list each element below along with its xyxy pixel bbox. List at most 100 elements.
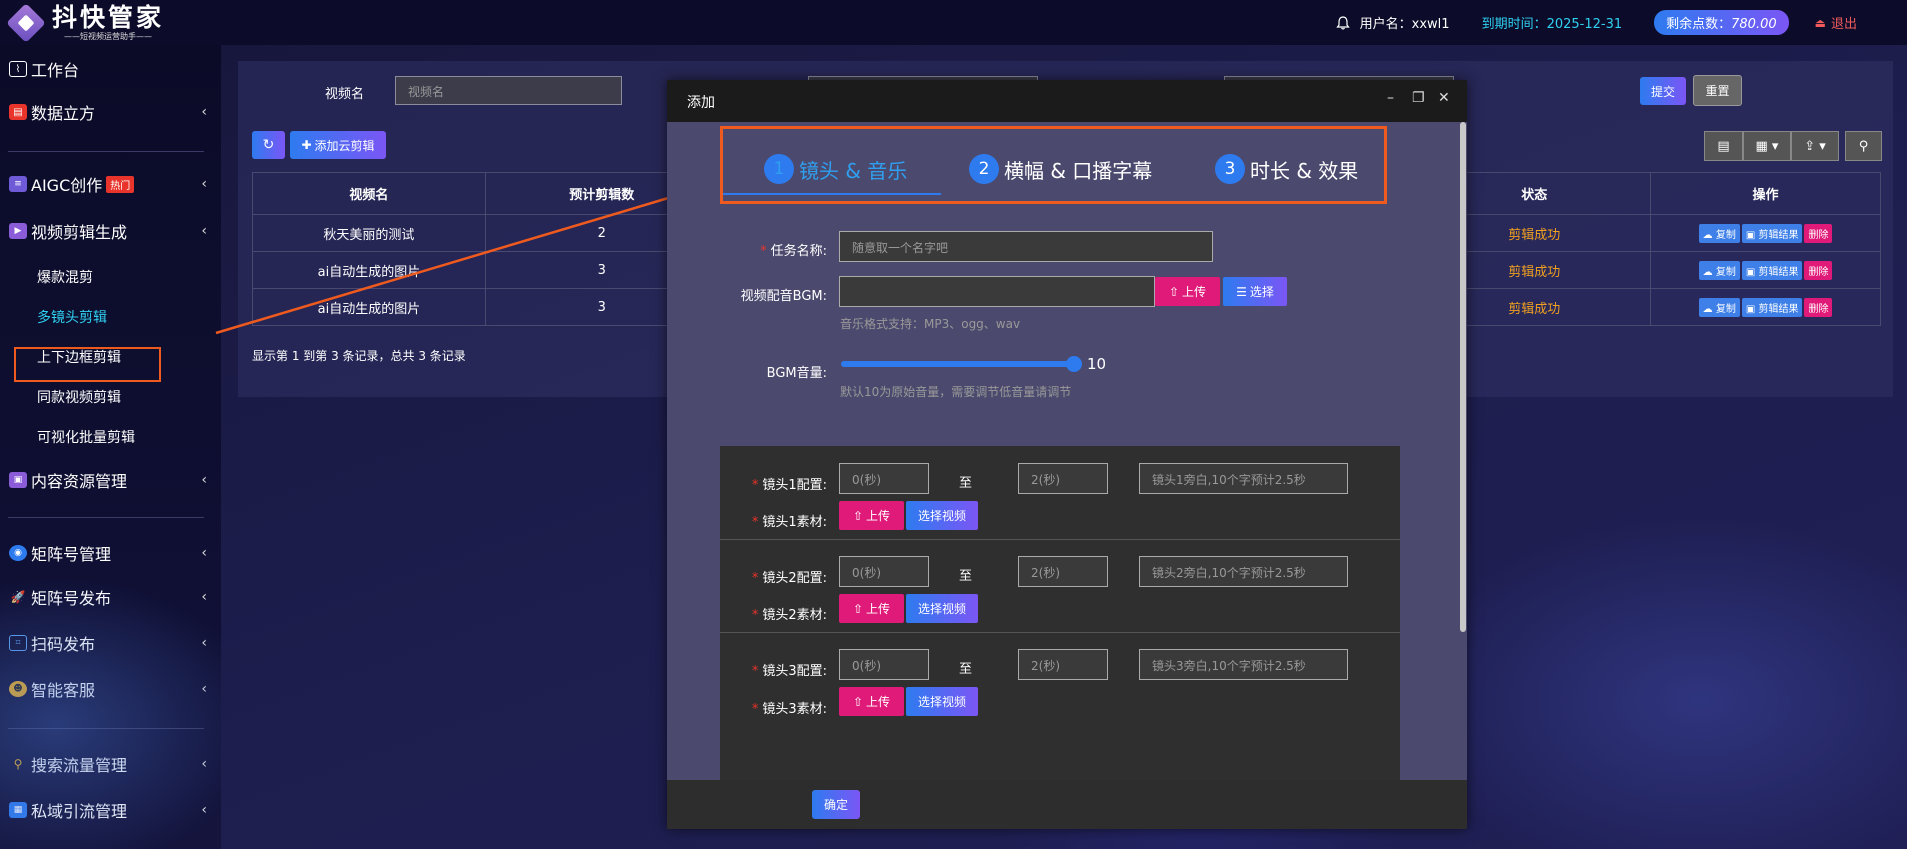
chevron-left-icon: ‹ bbox=[201, 681, 207, 697]
chevron-left-icon: ‹ bbox=[201, 756, 207, 772]
upload-icon: ⇧ bbox=[1168, 284, 1180, 299]
shot-1-end-input[interactable]: 2(秒) bbox=[1018, 463, 1108, 494]
refresh-button[interactable]: ↻ bbox=[252, 131, 285, 159]
chevron-left-icon: ‹ bbox=[201, 545, 207, 561]
bgm-input[interactable] bbox=[839, 276, 1155, 307]
logout-icon: ⏏ bbox=[1814, 15, 1826, 30]
sidebar-item-matrix-publish[interactable]: 🚀 矩阵号发布 ‹ bbox=[0, 582, 221, 612]
plus-icon: ✚ bbox=[301, 138, 312, 152]
bgm-choose-button[interactable]: ☰ 选择 bbox=[1223, 277, 1287, 306]
matrix-icon: ◉ bbox=[9, 545, 27, 561]
cell-name: ai自动生成的图片 bbox=[252, 288, 486, 326]
data-icon: ▤ bbox=[9, 104, 27, 120]
upload-icon: ⇧ bbox=[852, 508, 864, 523]
list-icon: ☰ bbox=[1236, 284, 1247, 299]
sidebar-sub-batch-edit[interactable]: 可视化批量剪辑 bbox=[37, 427, 135, 447]
dialog-header: 添加 – ❐ ✕ bbox=[667, 80, 1467, 122]
export-button[interactable]: ⇪ ▾ bbox=[1791, 131, 1839, 161]
delete-button[interactable]: 删除 bbox=[1804, 297, 1833, 317]
list-view-button[interactable]: ▤ bbox=[1704, 131, 1743, 161]
add-dialog: 添加 – ❐ ✕ 1 镜头 & 音乐 2 横幅 & 口播字幕 3 时长 & 效果 * 任… bbox=[667, 80, 1467, 829]
sidebar-item-private-traffic[interactable]: ▦ 私域引流管理 ‹ bbox=[0, 795, 221, 825]
shot-3-start-input[interactable]: 0(秒) bbox=[839, 649, 929, 680]
shot-2-narration-input[interactable]: 镜头2旁白,10个字预计2.5秒 bbox=[1139, 556, 1348, 587]
divider bbox=[720, 632, 1400, 633]
sidebar-item-workbench[interactable]: ⌇ 工作台 bbox=[0, 54, 221, 84]
shot-1-narration-input[interactable]: 镜头1旁白,10个字预计2.5秒 bbox=[1139, 463, 1348, 494]
close-icon[interactable]: ✕ bbox=[1438, 90, 1450, 106]
submit-button[interactable]: 提交 bbox=[1640, 77, 1686, 105]
shot-2-start-input[interactable]: 0(秒) bbox=[839, 556, 929, 587]
logo-subtitle: ——短视频运营助手—— bbox=[64, 31, 152, 41]
reset-button[interactable]: 重置 bbox=[1693, 75, 1742, 106]
list-icon: ▤ bbox=[1717, 138, 1730, 154]
sidebar-sub-multi-shot[interactable]: 多镜头剪辑 bbox=[37, 307, 107, 327]
search-button[interactable]: ⚲ bbox=[1845, 131, 1882, 161]
robot-icon: ☻ bbox=[9, 681, 27, 697]
bgm-upload-button[interactable]: ⇧ 上传 bbox=[1155, 277, 1220, 306]
step-3-tab[interactable]: 3 时长 & 效果 bbox=[1215, 154, 1358, 184]
sidebar-sub-hot-mix[interactable]: 爆款混剪 bbox=[37, 267, 93, 287]
copy-button[interactable]: ☁ 复制 bbox=[1698, 297, 1740, 317]
sidebar-item-video-edit[interactable]: ▶ 视频剪辑生成 ‹ bbox=[0, 216, 221, 246]
shot-2-config-label: * 镜头2配置: bbox=[751, 571, 827, 586]
sidebar-item-aigc[interactable]: ≡ AIGC创作 热门 ‹ bbox=[0, 169, 221, 199]
result-button[interactable]: ▣ 剪辑结果 bbox=[1741, 223, 1803, 243]
logo[interactable]: 抖快管家 ——短视频运营助手—— bbox=[6, 0, 164, 45]
chart-line-icon: ⌇ bbox=[9, 61, 27, 77]
divider bbox=[8, 151, 204, 152]
shot-1-upload-button[interactable]: ⇧ 上传 bbox=[839, 501, 904, 530]
copy-button[interactable]: ☁ 复制 bbox=[1698, 223, 1740, 243]
chevron-left-icon: ‹ bbox=[201, 176, 207, 192]
video-name-input[interactable]: 视频名 bbox=[395, 76, 622, 105]
sidebar-item-matrix-manage[interactable]: ◉ 矩阵号管理 ‹ bbox=[0, 538, 221, 568]
task-name-label: * 任务名称: bbox=[760, 244, 827, 259]
step-1-tab[interactable]: 1 镜头 & 音乐 bbox=[764, 154, 907, 184]
volume-slider-handle[interactable] bbox=[1066, 356, 1082, 372]
copy-button[interactable]: ☁ 复制 bbox=[1698, 260, 1740, 280]
pagination-info: 显示第 1 到第 3 条记录，总共 3 条记录 bbox=[252, 349, 466, 363]
result-button[interactable]: ▣ 剪辑结果 bbox=[1741, 297, 1803, 317]
sidebar-item-search-traffic[interactable]: ⚲ 搜索流量管理 ‹ bbox=[0, 749, 221, 779]
sidebar-item-scan-publish[interactable]: ⌗ 扫码发布 ‹ bbox=[0, 628, 221, 658]
shot-1-start-input[interactable]: 0(秒) bbox=[839, 463, 929, 494]
dialog-scrollbar-thumb[interactable] bbox=[1460, 122, 1466, 632]
delete-button[interactable]: 删除 bbox=[1804, 260, 1833, 280]
sidebar-item-data-cube[interactable]: ▤ 数据立方 ‹ bbox=[0, 97, 221, 127]
shot-2-material-label: * 镜头2素材: bbox=[751, 608, 827, 623]
shot-2-end-input[interactable]: 2(秒) bbox=[1018, 556, 1108, 587]
delete-button[interactable]: 删除 bbox=[1804, 223, 1833, 243]
sidebar-item-content[interactable]: ▣ 内容资源管理 ‹ bbox=[0, 465, 221, 495]
task-name-input[interactable]: 随意取一个名字吧 bbox=[839, 231, 1213, 262]
maximize-icon[interactable]: ❐ bbox=[1412, 90, 1425, 106]
cell-ops: ☁ 复制 ▣ 剪辑结果 删除 bbox=[1650, 251, 1881, 289]
bell-icon[interactable] bbox=[1335, 15, 1350, 30]
shot-3-upload-button[interactable]: ⇧ 上传 bbox=[839, 687, 904, 716]
upload-icon: ⇧ bbox=[852, 601, 864, 616]
shot-1-choose-video-button[interactable]: 选择视频 bbox=[906, 501, 978, 530]
cell-ops: ☁ 复制 ▣ 剪辑结果 删除 bbox=[1650, 288, 1881, 326]
confirm-button[interactable]: 确定 bbox=[812, 790, 860, 819]
sidebar-item-service[interactable]: ☻ 智能客服 ‹ bbox=[0, 674, 221, 704]
export-icon: ⇪ ▾ bbox=[1804, 138, 1826, 154]
shot-3-narration-input[interactable]: 镜头3旁白,10个字预计2.5秒 bbox=[1139, 649, 1348, 680]
sidebar-sub-same-video[interactable]: 同款视频剪辑 bbox=[37, 387, 121, 407]
hot-badge: 热门 bbox=[106, 175, 135, 193]
divider bbox=[8, 728, 204, 729]
volume-slider[interactable] bbox=[841, 361, 1071, 367]
shot-3-choose-video-button[interactable]: 选择视频 bbox=[906, 687, 978, 716]
minimize-icon[interactable]: – bbox=[1387, 90, 1394, 106]
add-cloud-edit-button[interactable]: ✚ 添加云剪辑 bbox=[290, 131, 386, 159]
logout-button[interactable]: ⏏ 退出 bbox=[1814, 13, 1857, 33]
columns-button[interactable]: ▦ ▾ bbox=[1743, 131, 1791, 161]
result-button[interactable]: ▣ 剪辑结果 bbox=[1741, 260, 1803, 280]
sidebar-sub-border-edit[interactable]: 上下边框剪辑 bbox=[37, 347, 121, 367]
step-2-tab[interactable]: 2 横幅 & 口播字幕 bbox=[969, 154, 1152, 184]
scan-icon: ⌗ bbox=[9, 635, 27, 651]
shot-2-upload-button[interactable]: ⇧ 上传 bbox=[839, 594, 904, 623]
shot-2-choose-video-button[interactable]: 选择视频 bbox=[906, 594, 978, 623]
shot-3-end-input[interactable]: 2(秒) bbox=[1018, 649, 1108, 680]
chevron-left-icon: ‹ bbox=[201, 802, 207, 818]
to-label: 至 bbox=[959, 476, 973, 491]
step-number: 2 bbox=[969, 154, 999, 184]
